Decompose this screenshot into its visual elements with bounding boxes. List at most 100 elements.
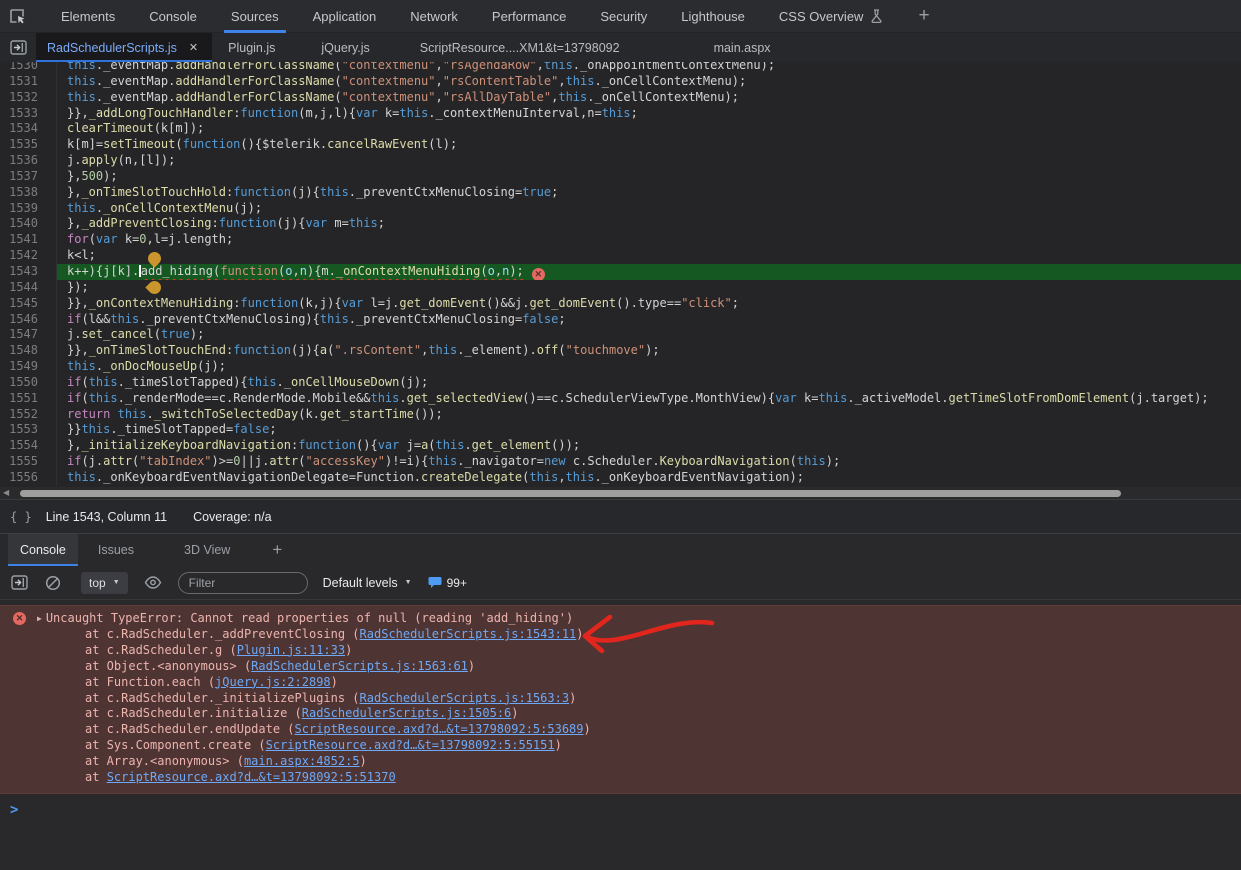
line-number[interactable]: 1551 — [0, 391, 57, 407]
drawer-tab-console[interactable]: Console — [8, 534, 78, 566]
line-number[interactable]: 1550 — [0, 375, 57, 391]
add-panel-button[interactable]: + — [904, 0, 943, 33]
tab-console[interactable]: Console — [136, 0, 210, 33]
code-line[interactable]: 1555if(j.attr("tabIndex")>=0||j.attr("ac… — [0, 454, 1241, 470]
tab-network[interactable]: Network — [397, 0, 471, 33]
disclosure-triangle-icon[interactable]: ▶ — [37, 611, 42, 627]
create-live-expression-button[interactable] — [141, 576, 165, 589]
code-line[interactable]: 1549this._onDocMouseUp(j); — [0, 359, 1241, 375]
horizontal-scrollbar[interactable]: ◀ — [0, 487, 1241, 499]
source-location-link[interactable]: ScriptResource.axd?d…&t=13798092:5:55151 — [266, 738, 555, 752]
tab-sources[interactable]: Sources — [218, 0, 292, 33]
line-number[interactable]: 1545 — [0, 296, 57, 312]
code-line[interactable]: 1552return this._switchToSelectedDay(k.g… — [0, 407, 1241, 423]
log-levels-dropdown[interactable]: Default levels ▼ — [323, 576, 412, 590]
clear-console-button[interactable] — [38, 575, 68, 591]
line-number[interactable]: 1547 — [0, 327, 57, 343]
file-tab-jquery[interactable]: jQuery.js — [305, 33, 385, 62]
code-line[interactable]: 1544}); — [0, 280, 1241, 296]
line-number[interactable]: 1533 — [0, 106, 57, 122]
tab-security[interactable]: Security — [587, 0, 660, 33]
line-number[interactable]: 1548 — [0, 343, 57, 359]
source-location-link[interactable]: RadSchedulerScripts.js:1543:11 — [360, 627, 577, 641]
tab-elements[interactable]: Elements — [48, 0, 128, 33]
code-line[interactable]: 1543k++){j[k].add_hiding(function(o,n){m… — [0, 264, 1241, 280]
code-line[interactable]: 1534clearTimeout(k[m]); — [0, 121, 1241, 137]
line-number[interactable]: 1537 — [0, 169, 57, 185]
console-prompt-row[interactable]: > — [0, 794, 1241, 818]
source-location-link[interactable]: RadSchedulerScripts.js:1563:3 — [360, 691, 570, 705]
line-number[interactable]: 1554 — [0, 438, 57, 454]
code-line[interactable]: 1536j.apply(n,[l]); — [0, 153, 1241, 169]
code-line[interactable]: 1547j.set_cancel(true); — [0, 327, 1241, 343]
line-number[interactable]: 1535 — [0, 137, 57, 153]
scrollbar-thumb[interactable] — [20, 490, 1121, 497]
line-number[interactable]: 1536 — [0, 153, 57, 169]
code-line[interactable]: 1551if(this._renderMode==c.RenderMode.Mo… — [0, 391, 1241, 407]
line-number[interactable]: 1534 — [0, 121, 57, 137]
line-number[interactable]: 1542 — [0, 248, 57, 264]
code-editor[interactable]: 1530this._eventMap.addHandlerForClassNam… — [0, 62, 1241, 487]
tab-performance[interactable]: Performance — [479, 0, 579, 33]
drawer-tab-3d-view[interactable]: 3D View — [172, 534, 242, 566]
tab-application[interactable]: Application — [300, 0, 390, 33]
tab-css-overview[interactable]: CSS Overview — [766, 0, 897, 33]
javascript-context-selector[interactable]: top ▼ — [81, 572, 128, 594]
code-line[interactable]: 1539this._onCellContextMenu(j); — [0, 201, 1241, 217]
code-line[interactable]: 1535k[m]=setTimeout(function(){$telerik.… — [0, 137, 1241, 153]
source-location-link[interactable]: jQuery.js:2:2898 — [215, 675, 331, 689]
line-number[interactable]: 1555 — [0, 454, 57, 470]
source-location-link[interactable]: main.aspx:4852:5 — [244, 754, 360, 768]
line-number[interactable]: 1544 — [0, 280, 57, 296]
file-tab-plugin[interactable]: Plugin.js — [212, 33, 291, 62]
filter-input[interactable] — [178, 572, 308, 594]
line-number[interactable]: 1549 — [0, 359, 57, 375]
toggle-navigator-button[interactable] — [0, 33, 36, 62]
code-line[interactable]: 1554},_initializeKeyboardNavigation:func… — [0, 438, 1241, 454]
close-icon[interactable]: ✕ — [186, 40, 201, 55]
line-number[interactable]: 1540 — [0, 216, 57, 232]
code-line[interactable]: 1548}},_onTimeSlotTouchEnd:function(j){a… — [0, 343, 1241, 359]
line-number[interactable]: 1546 — [0, 312, 57, 328]
source-location-link[interactable]: RadSchedulerScripts.js:1563:61 — [251, 659, 468, 673]
source-location-link[interactable]: ScriptResource.axd?d…&t=13798092:5:53689 — [295, 722, 584, 736]
code-line[interactable]: 1531this._eventMap.addHandlerForClassNam… — [0, 74, 1241, 90]
code-line[interactable]: 1541for(var k=0,l=j.length; — [0, 232, 1241, 248]
line-number[interactable]: 1531 — [0, 74, 57, 90]
inspect-element-button[interactable] — [0, 0, 34, 33]
add-drawer-tab-button[interactable]: + — [264, 534, 290, 566]
line-number[interactable]: 1541 — [0, 232, 57, 248]
line-number[interactable]: 1539 — [0, 201, 57, 217]
line-number[interactable]: 1532 — [0, 90, 57, 106]
line-number[interactable]: 1552 — [0, 407, 57, 423]
toggle-console-sidebar-button[interactable] — [0, 575, 38, 590]
code-line[interactable]: 1532this._eventMap.addHandlerForClassNam… — [0, 90, 1241, 106]
line-number[interactable]: 1553 — [0, 422, 57, 438]
code-line[interactable]: 1533}},_addLongTouchHandler:function(m,j… — [0, 106, 1241, 122]
inline-error-badge-icon[interactable]: ✕ — [532, 268, 545, 280]
pretty-print-button[interactable]: { } — [0, 510, 46, 524]
source-location-link[interactable]: ScriptResource.axd?d…&t=13798092:5:51370 — [107, 770, 396, 784]
code-line[interactable]: 1530this._eventMap.addHandlerForClassNam… — [0, 62, 1241, 74]
tab-lighthouse[interactable]: Lighthouse — [668, 0, 758, 33]
code-line[interactable]: 1542k<l; — [0, 248, 1241, 264]
source-location-link[interactable]: Plugin.js:11:33 — [237, 643, 345, 657]
drawer-tab-issues[interactable]: Issues — [86, 534, 146, 566]
code-line[interactable]: 1537},500); — [0, 169, 1241, 185]
line-number[interactable]: 1538 — [0, 185, 57, 201]
file-tab-radschedulerscripts[interactable]: RadSchedulerScripts.js ✕ — [36, 33, 212, 62]
code-line[interactable]: 1550if(this._timeSlotTapped){this._onCel… — [0, 375, 1241, 391]
code-line[interactable]: 1538},_onTimeSlotTouchHold:function(j){t… — [0, 185, 1241, 201]
code-line[interactable]: 1553}}this._timeSlotTapped=false; — [0, 422, 1241, 438]
file-tab-main-aspx[interactable]: main.aspx — [698, 33, 787, 62]
code-line[interactable]: 1556this._onKeyboardEventNavigationDeleg… — [0, 470, 1241, 486]
code-line[interactable]: 1546if(l&&this._preventCtxMenuClosing){t… — [0, 312, 1241, 328]
code-line[interactable]: 1540},_addPreventClosing:function(j){var… — [0, 216, 1241, 232]
line-number[interactable]: 1543 — [0, 264, 57, 280]
source-location-link[interactable]: RadSchedulerScripts.js:1505:6 — [302, 706, 512, 720]
line-number[interactable]: 1556 — [0, 470, 57, 486]
scroll-left-icon[interactable]: ◀ — [3, 488, 9, 497]
code-line[interactable]: 1545}},_onContextMenuHiding:function(k,j… — [0, 296, 1241, 312]
file-tab-scriptresource[interactable]: ScriptResource....XM1&t=13798092 — [404, 33, 636, 62]
line-number[interactable]: 1530 — [0, 62, 57, 74]
